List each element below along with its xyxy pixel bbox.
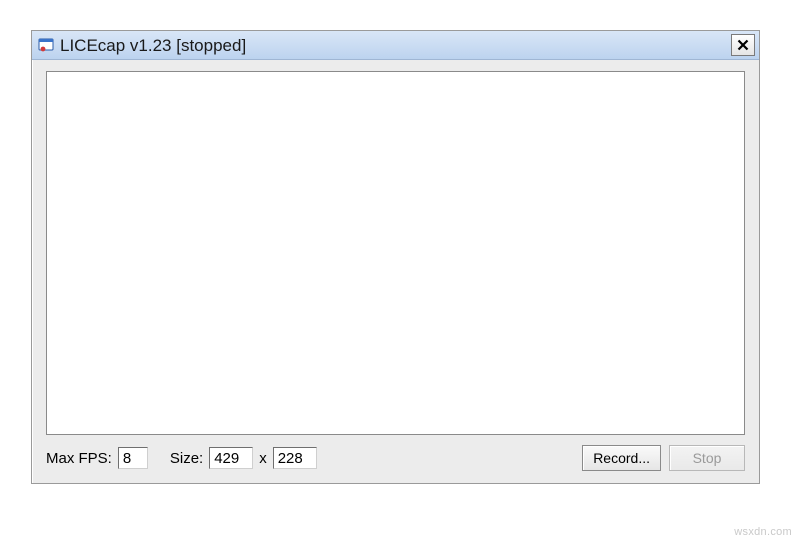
watermark-text: wsxdn.com <box>734 526 792 538</box>
max-fps-label: Max FPS: <box>46 450 112 467</box>
capture-area <box>46 71 745 435</box>
close-icon <box>737 39 749 51</box>
app-icon <box>38 37 54 53</box>
close-button[interactable] <box>731 34 755 56</box>
size-label: Size: <box>170 450 203 467</box>
record-button[interactable]: Record... <box>582 445 661 471</box>
size-height-input[interactable] <box>273 447 317 469</box>
titlebar[interactable]: LICEcap v1.23 [stopped] <box>32 31 759 60</box>
size-separator: x <box>259 450 267 467</box>
window-title: LICEcap v1.23 [stopped] <box>60 31 731 60</box>
app-window: LICEcap v1.23 [stopped] Max FPS: Size: x… <box>31 30 760 484</box>
size-width-input[interactable] <box>209 447 253 469</box>
bottom-toolbar: Max FPS: Size: x Record... Stop <box>46 443 745 473</box>
max-fps-input[interactable] <box>118 447 148 469</box>
stop-button: Stop <box>669 445 745 471</box>
